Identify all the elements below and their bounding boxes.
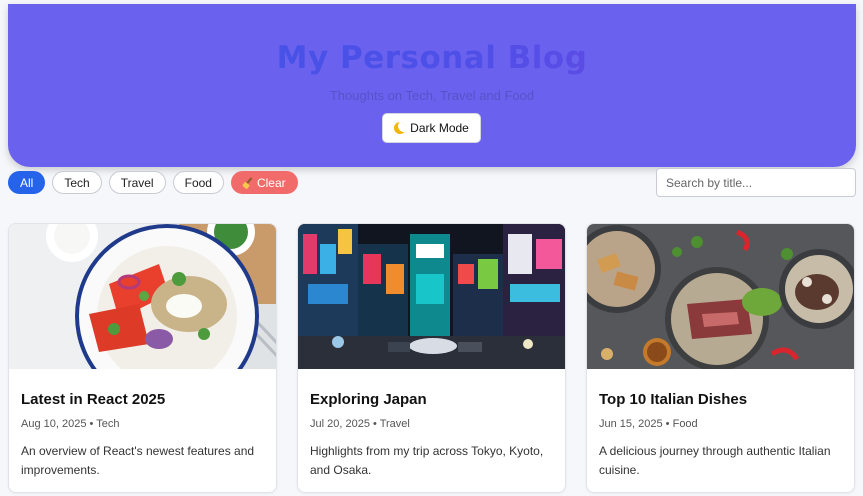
filter-tech[interactable]: Tech [52, 171, 102, 194]
broom-icon [243, 178, 253, 188]
filter-travel[interactable]: Travel [108, 171, 166, 194]
post-card[interactable]: Exploring Japan Jul 20, 2025 • Travel Hi… [297, 223, 566, 493]
post-title[interactable]: Exploring Japan [310, 391, 427, 408]
post-date: Aug 10, 2025 [21, 418, 87, 430]
post-card[interactable]: Latest in React 2025 Aug 10, 2025 • Tech… [8, 223, 277, 493]
blog-header: My Personal Blog Thoughts on Tech, Trave… [8, 4, 856, 167]
post-description: Highlights from my trip across Tokyo, Ky… [310, 444, 544, 477]
post-meta: Jun 15, 2025 • Food [599, 418, 698, 430]
post-title[interactable]: Top 10 Italian Dishes [599, 391, 747, 408]
post-image-italian-dishes [587, 224, 854, 369]
post-description: A delicious journey through authentic It… [599, 444, 831, 477]
post-meta: Aug 10, 2025 • Tech [21, 418, 120, 430]
clear-label: Clear [256, 175, 286, 190]
blog-subtitle: Thoughts on Tech, Travel and Food [329, 88, 535, 103]
clear-filters-button[interactable]: Clear [230, 171, 298, 194]
post-meta: Jul 20, 2025 • Travel [310, 418, 410, 430]
post-description: An overview of React's newest features a… [21, 444, 255, 477]
dark-mode-label: Dark Mode [410, 121, 469, 135]
post-category: Food [672, 418, 698, 430]
filter-all[interactable]: All [8, 171, 46, 194]
post-date: Jul 20, 2025 [310, 418, 370, 430]
moon-icon [394, 122, 407, 134]
post-category: Travel [379, 418, 410, 430]
filter-food[interactable]: Food [172, 171, 224, 194]
search-input[interactable] [656, 168, 856, 197]
post-date: Jun 15, 2025 [599, 418, 663, 430]
post-image-food-bowl [9, 224, 276, 369]
post-image-tokyo-street [298, 224, 565, 369]
post-title[interactable]: Latest in React 2025 [21, 391, 165, 408]
post-card[interactable]: Top 10 Italian Dishes Jun 15, 2025 • Foo… [586, 223, 855, 493]
post-category: Tech [96, 418, 120, 430]
category-filters: All Tech Travel Food Clear [8, 171, 298, 194]
dark-mode-button[interactable]: Dark Mode [382, 113, 481, 143]
blog-title: My Personal Blog [8, 40, 856, 76]
